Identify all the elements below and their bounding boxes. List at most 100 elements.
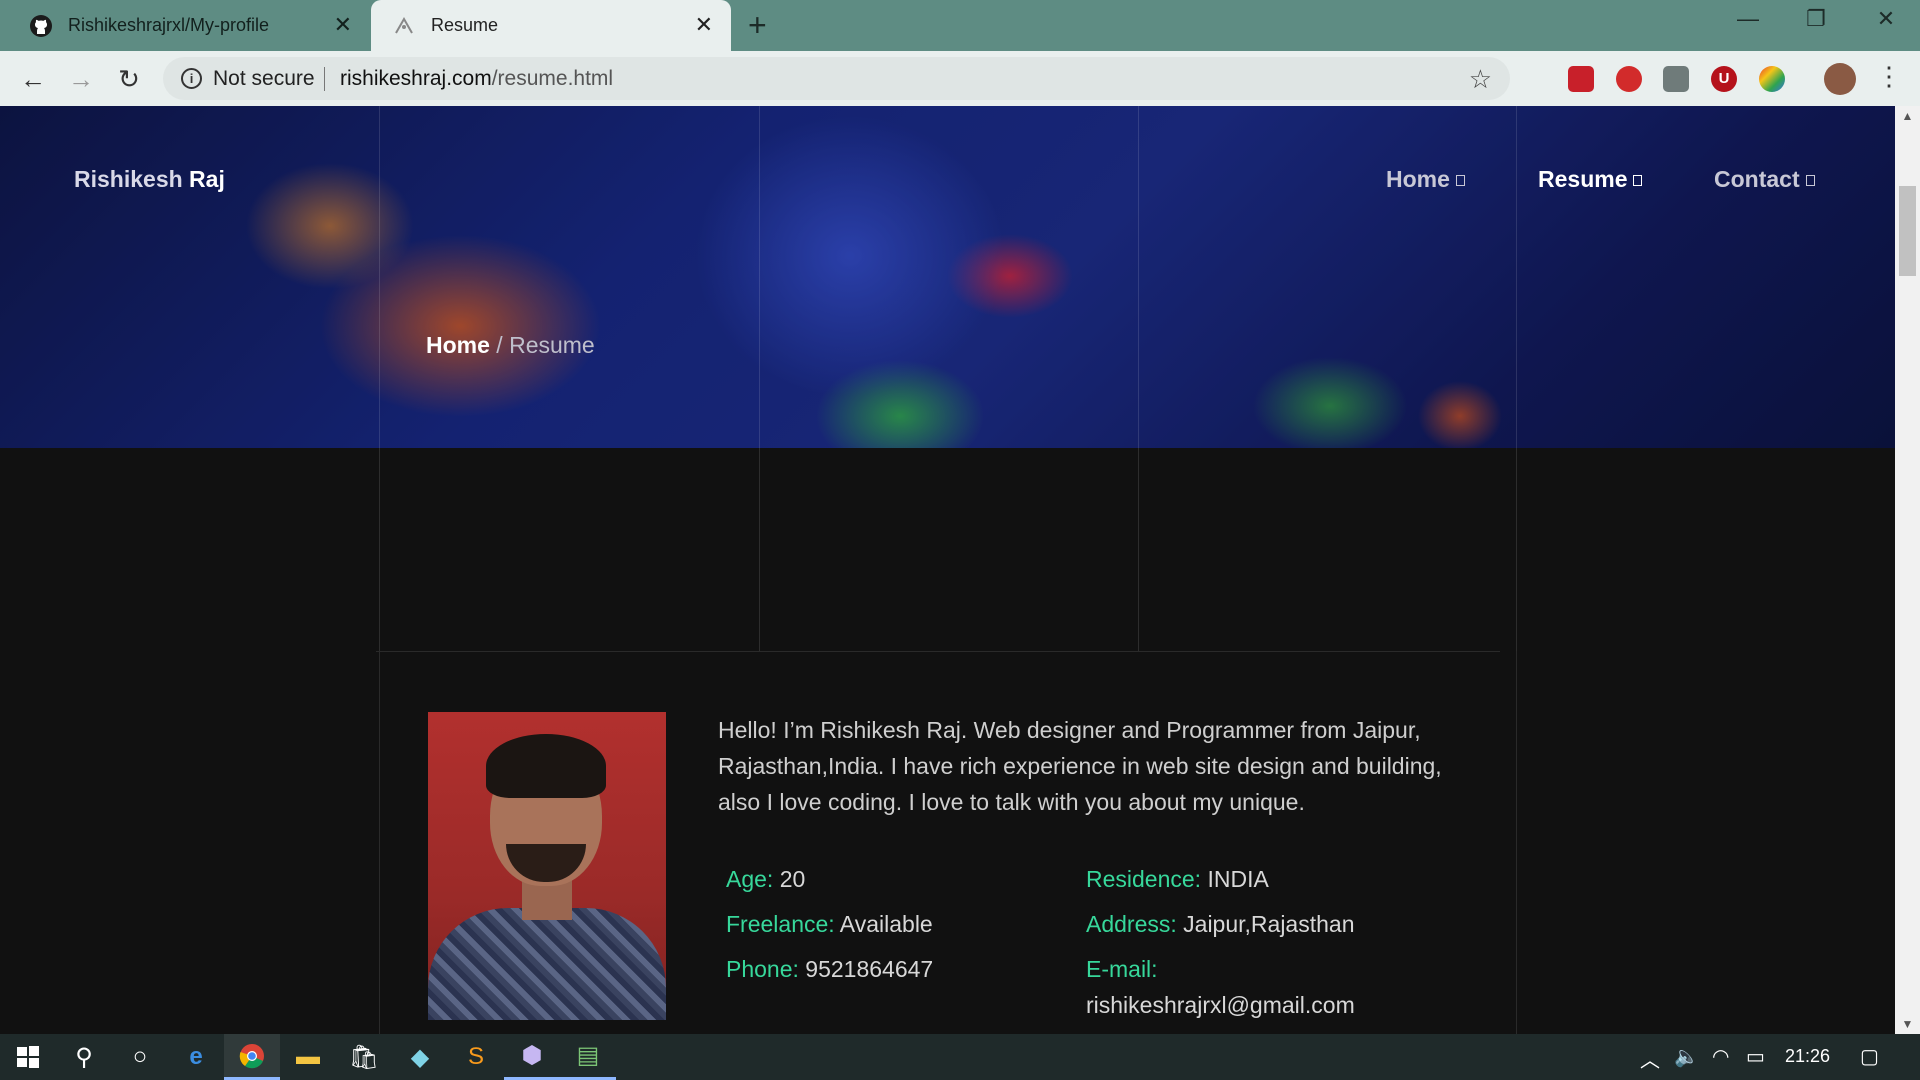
info-value: 9521864647	[805, 956, 934, 982]
browser-toolbar: ← → ↻ i Not secure rishikeshraj.com/resu…	[0, 51, 1920, 106]
extension-icon[interactable]	[1616, 66, 1642, 92]
github-icon	[28, 13, 54, 39]
file-explorer-icon[interactable]: ▬	[280, 1034, 336, 1080]
info-label: E-mail:	[1086, 956, 1158, 982]
site-favicon-icon	[391, 13, 417, 39]
color-extension-icon[interactable]	[1759, 66, 1785, 92]
reload-icon[interactable]: ↻	[112, 63, 146, 95]
info-value: INDIA	[1207, 866, 1269, 892]
site-logo[interactable]: Rishikesh Raj	[74, 166, 225, 193]
windows-start-icon[interactable]	[0, 1034, 56, 1080]
tab-github-profile[interactable]: Rishikeshrajrxl/My-profile ✕	[0, 0, 370, 51]
tab-title: Rishikeshrajrxl/My-profile	[68, 15, 270, 35]
url-path: /resume.html	[491, 67, 614, 90]
logo-first: Rishikesh	[74, 166, 183, 192]
bookmark-star-icon[interactable]: ☆	[1469, 64, 1492, 95]
tab-resume[interactable]: Resume ✕	[371, 0, 731, 51]
grid-divider	[1516, 106, 1517, 651]
info-value: 20	[779, 866, 806, 892]
taskbar: ⚲ ○ e ▬ 🛍 ◆ S ⬢ ▤ ︿ 🔈 ◠ ▭ 21:26 ▢	[0, 1034, 1920, 1080]
scroll-thumb[interactable]	[1899, 186, 1916, 276]
profile-photo	[428, 712, 666, 1020]
info-residence: Residence: INDIA	[1086, 866, 1269, 893]
grid-divider	[379, 651, 380, 1034]
info-email: E-mail:	[1086, 956, 1158, 983]
nav-label: Contact	[1714, 166, 1800, 192]
info-value: Available	[839, 911, 933, 937]
nav-square-icon	[1633, 175, 1643, 187]
info-phone: Phone: 9521864647	[726, 956, 933, 983]
url-domain: rishikeshraj.com	[340, 67, 492, 90]
info-address: Address: Jaipur,Rajasthan	[1086, 911, 1355, 938]
nav-contact[interactable]: Contact	[1714, 166, 1815, 193]
photo-hair	[486, 734, 606, 798]
nav-square-icon	[1805, 175, 1815, 187]
nav-home[interactable]: Home	[1386, 166, 1465, 193]
grid-divider	[379, 106, 380, 651]
info-label: Freelance:	[726, 911, 835, 937]
back-icon[interactable]: ←	[16, 63, 50, 95]
menu-icon[interactable]: ⋮	[1876, 61, 1902, 91]
nav-resume[interactable]: Resume	[1538, 166, 1643, 193]
breadcrumb-separator: /	[496, 332, 503, 358]
nav-square-icon	[1455, 175, 1465, 187]
logo-last: Raj	[189, 166, 225, 192]
photo-shirt	[428, 908, 666, 1020]
app-icon[interactable]: ⬢	[504, 1034, 560, 1080]
avatar[interactable]	[1824, 63, 1856, 95]
vertical-scrollbar[interactable]: ▲ ▼	[1895, 106, 1920, 1034]
page-viewport: Rishikesh Raj Home Resume Contact Home /…	[0, 106, 1895, 1034]
notepad-icon[interactable]: ▤	[560, 1034, 616, 1080]
chevron-up-icon[interactable]: ︿	[1640, 1044, 1660, 1073]
security-label[interactable]: Not secure	[213, 67, 315, 91]
hero-overlay	[0, 106, 1895, 448]
nav-label: Resume	[1538, 166, 1628, 192]
store-icon[interactable]: 🛍	[336, 1034, 392, 1080]
edge-icon[interactable]: e	[168, 1034, 224, 1080]
grid-divider	[759, 106, 760, 651]
info-label: Age:	[726, 866, 774, 892]
info-value: Jaipur,Rajasthan	[1183, 911, 1355, 937]
breadcrumb-home[interactable]: Home	[426, 332, 490, 358]
url-text[interactable]: rishikeshraj.com/resume.html	[340, 67, 613, 91]
search-icon[interactable]: ⚲	[56, 1034, 112, 1080]
chrome-icon[interactable]	[224, 1034, 280, 1080]
restore-icon[interactable]: ❐	[1796, 6, 1836, 32]
sublime-text-icon[interactable]: S	[448, 1034, 504, 1080]
breadcrumb: Home / Resume	[426, 332, 595, 359]
info-label: Residence:	[1086, 866, 1202, 892]
ublock-extension-icon[interactable]: U	[1711, 66, 1737, 92]
info-label: Phone:	[726, 956, 799, 982]
close-window-icon[interactable]: ✕	[1866, 6, 1906, 32]
divider	[324, 67, 325, 91]
pocket-extension-icon[interactable]	[1568, 66, 1594, 92]
close-tab-icon[interactable]: ✕	[334, 13, 352, 37]
info-icon[interactable]: i	[181, 68, 202, 89]
scroll-down-icon[interactable]: ▼	[1895, 1014, 1920, 1034]
scroll-up-icon[interactable]: ▲	[1895, 106, 1920, 126]
minimize-icon[interactable]: —	[1728, 6, 1768, 32]
wifi-icon[interactable]: ◠	[1712, 1044, 1729, 1069]
cortana-icon[interactable]: ○	[112, 1034, 168, 1080]
close-tab-icon[interactable]: ✕	[695, 13, 713, 37]
clock[interactable]: 21:26	[1785, 1046, 1830, 1067]
photo-neck	[522, 880, 572, 920]
info-label: Address:	[1086, 911, 1177, 937]
shield-extension-icon[interactable]	[1663, 66, 1689, 92]
battery-icon[interactable]: ▭	[1746, 1044, 1765, 1069]
grid-divider	[1516, 651, 1517, 1034]
volume-icon[interactable]: 🔈	[1674, 1044, 1699, 1069]
forward-icon[interactable]: →	[64, 63, 98, 95]
plus-icon[interactable]: +	[748, 8, 767, 42]
app-icon[interactable]: ◆	[392, 1034, 448, 1080]
grid-divider	[1138, 106, 1139, 651]
breadcrumb-current: Resume	[509, 332, 595, 358]
tab-strip: Rishikeshrajrxl/My-profile ✕ Resume ✕ + …	[0, 0, 1920, 51]
profile-bio: Hello! I’m Rishikesh Raj. Web designer a…	[718, 717, 1442, 815]
address-bar[interactable]: i Not secure rishikeshraj.com/resume.htm…	[163, 57, 1510, 100]
notifications-icon[interactable]: ▢	[1860, 1044, 1879, 1069]
info-freelance: Freelance: Available	[726, 911, 933, 938]
info-email-value[interactable]: rishikeshrajrxl@gmail.com	[1086, 992, 1355, 1019]
tab-title: Resume	[431, 15, 499, 35]
info-age: Age: 20	[726, 866, 805, 893]
